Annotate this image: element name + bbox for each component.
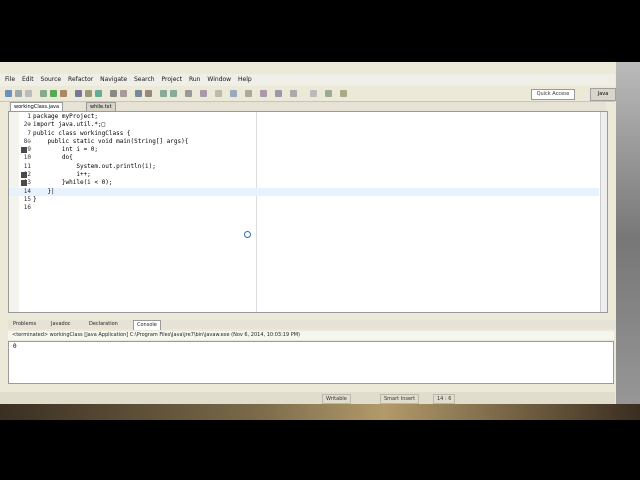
- editor-scrollbar[interactable]: [600, 112, 607, 312]
- last-edit-icon[interactable]: [185, 90, 192, 97]
- status-bar: Writable Smart Insert 14 : 6: [0, 392, 615, 404]
- code-editor[interactable]: 1 package myProject; 2⊕ import java.util.*…: [8, 111, 608, 313]
- menu-search[interactable]: Search: [134, 74, 155, 86]
- toolbar-extra-icon[interactable]: [260, 90, 267, 97]
- breakpoint-marker-icon[interactable]: [21, 172, 27, 178]
- menu-edit[interactable]: Edit: [22, 74, 34, 86]
- code-line: 2⊕ import java.util.*;□: [23, 121, 106, 129]
- console-output[interactable]: 0: [8, 341, 614, 384]
- external-tools-icon[interactable]: [60, 90, 67, 97]
- menu-source[interactable]: Source: [41, 74, 62, 86]
- breakpoint-marker-icon[interactable]: [21, 180, 27, 186]
- toolbar-extra-icon[interactable]: [275, 90, 282, 97]
- status-position: 14 : 6: [433, 394, 456, 404]
- menu-file[interactable]: File: [5, 74, 15, 86]
- code-line: 16: [23, 204, 31, 212]
- java-perspective-button[interactable]: Java: [590, 88, 616, 101]
- toolbar-extra-icon[interactable]: [325, 90, 332, 97]
- tab-label: workingClass.java: [14, 104, 60, 110]
- search-icon[interactable]: [120, 90, 127, 97]
- status-insert-mode: Smart Insert: [380, 394, 420, 404]
- toolbar-extra-icon[interactable]: [230, 90, 237, 97]
- new-icon[interactable]: [5, 90, 12, 97]
- toolbar-extra-icon[interactable]: [215, 90, 222, 97]
- tab-label: while.txt: [90, 104, 112, 110]
- code-line: 7 public class workingClass {: [27, 129, 131, 137]
- code-area[interactable]: 1 package myProject; 2⊕ import java.util.*…: [9, 113, 599, 213]
- tab-declaration[interactable]: Declaration: [86, 320, 121, 329]
- save-icon[interactable]: [15, 90, 22, 97]
- status-writable: Writable: [322, 394, 351, 404]
- toolbar-extra-icon[interactable]: [340, 90, 347, 97]
- menu-navigate[interactable]: Navigate: [100, 74, 127, 86]
- right-edge-strip: [616, 62, 640, 418]
- toolbar: [0, 87, 615, 102]
- console-line: 0: [13, 343, 17, 350]
- mouse-cursor-icon: [244, 231, 251, 238]
- quick-access-input[interactable]: Quick Access: [531, 89, 575, 100]
- bottom-panel-tabs: Problems Javadoc Declaration Console: [8, 320, 618, 330]
- menu-help[interactable]: Help: [238, 74, 252, 86]
- menu-run[interactable]: Run: [189, 74, 201, 86]
- code-line: 1 package myProject;: [27, 113, 99, 120]
- print-icon[interactable]: [25, 90, 32, 97]
- breakpoint-marker-icon[interactable]: [21, 147, 27, 153]
- code-line: 11 System.out.println(i);: [23, 162, 156, 170]
- code-line: 9 int i = 0;: [27, 146, 99, 154]
- toolbar-extra-icon[interactable]: [245, 90, 252, 97]
- toolbar-extra-icon[interactable]: [290, 90, 297, 97]
- new-class-icon[interactable]: [95, 90, 102, 97]
- pin-icon[interactable]: [200, 90, 207, 97]
- code-line: 10 do{: [23, 154, 73, 162]
- new-package-icon[interactable]: [85, 90, 92, 97]
- open-type-icon[interactable]: [110, 90, 117, 97]
- code-line: 8⊖ public static void main(String[] args…: [23, 137, 189, 145]
- toggle-mark-icon[interactable]: [135, 90, 142, 97]
- annotation-next-icon[interactable]: [145, 90, 152, 97]
- menu-bar: File Edit Source Refactor Navigate Searc…: [0, 74, 615, 86]
- tab-console[interactable]: Console: [133, 320, 161, 330]
- run-icon[interactable]: [50, 90, 57, 97]
- tab-problems[interactable]: Problems: [10, 320, 39, 329]
- current-code-line: 14 }|: [9, 187, 599, 196]
- forward-icon[interactable]: [170, 90, 177, 97]
- new-java-project-icon[interactable]: [75, 90, 82, 97]
- debug-icon[interactable]: [40, 90, 47, 97]
- back-icon[interactable]: [160, 90, 167, 97]
- editor-tab-bar: workingClass.java while.txt: [8, 102, 606, 112]
- code-line: 12 i++;: [23, 171, 91, 179]
- toolbar-extra-icon[interactable]: [310, 90, 317, 97]
- taskbar-strip: [0, 404, 640, 420]
- code-line: 13 }while(i < 0);: [23, 179, 113, 187]
- code-line: 15}: [23, 195, 37, 203]
- tab-javadoc[interactable]: Javadoc: [48, 320, 74, 329]
- menu-refactor[interactable]: Refactor: [68, 74, 93, 86]
- console-header: <terminated> workingClass [Java Applicat…: [8, 331, 614, 340]
- menu-window[interactable]: Window: [207, 74, 231, 86]
- menu-project[interactable]: Project: [162, 74, 183, 86]
